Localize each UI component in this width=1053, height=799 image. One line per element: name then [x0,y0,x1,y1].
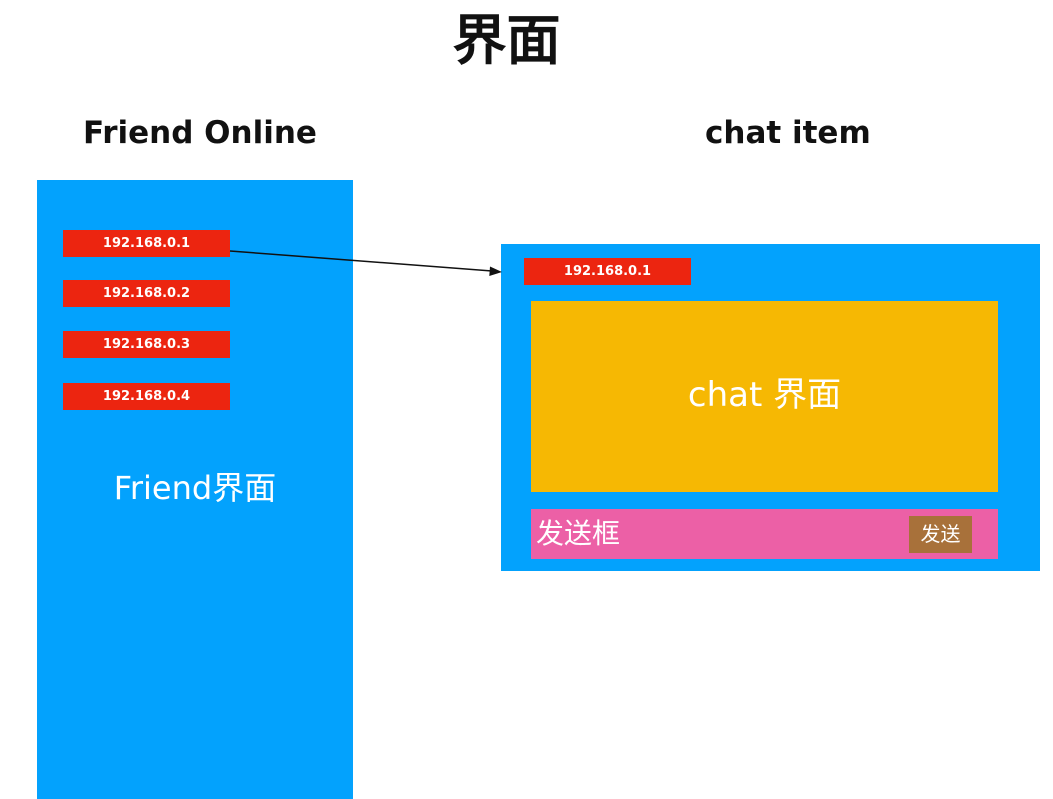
chat-item-title: chat item [705,115,871,151]
chat-header-ip: 192.168.0.1 [524,258,691,285]
chat-message-area: chat 界面 [531,301,998,492]
friend-list-item[interactable]: 192.168.0.1 [63,230,230,257]
friend-list-item[interactable]: 192.168.0.2 [63,280,230,307]
send-box-label: 发送框 [536,517,621,550]
friend-panel: 192.168.0.1 192.168.0.2 192.168.0.3 192.… [37,180,353,799]
chat-area-label: chat 界面 [687,375,842,415]
friend-list-item[interactable]: 192.168.0.3 [63,331,230,358]
friend-panel-label: Friend界面 [113,469,277,507]
send-button[interactable]: 发送 [909,516,972,553]
chat-panel: 192.168.0.1 chat 界面 发送框 发送 [501,244,1040,571]
friend-online-title: Friend Online [83,115,317,151]
page-title: 界面 [452,9,561,72]
send-input-box[interactable]: 发送框 发送 [531,509,998,559]
friend-list-item[interactable]: 192.168.0.4 [63,383,230,410]
